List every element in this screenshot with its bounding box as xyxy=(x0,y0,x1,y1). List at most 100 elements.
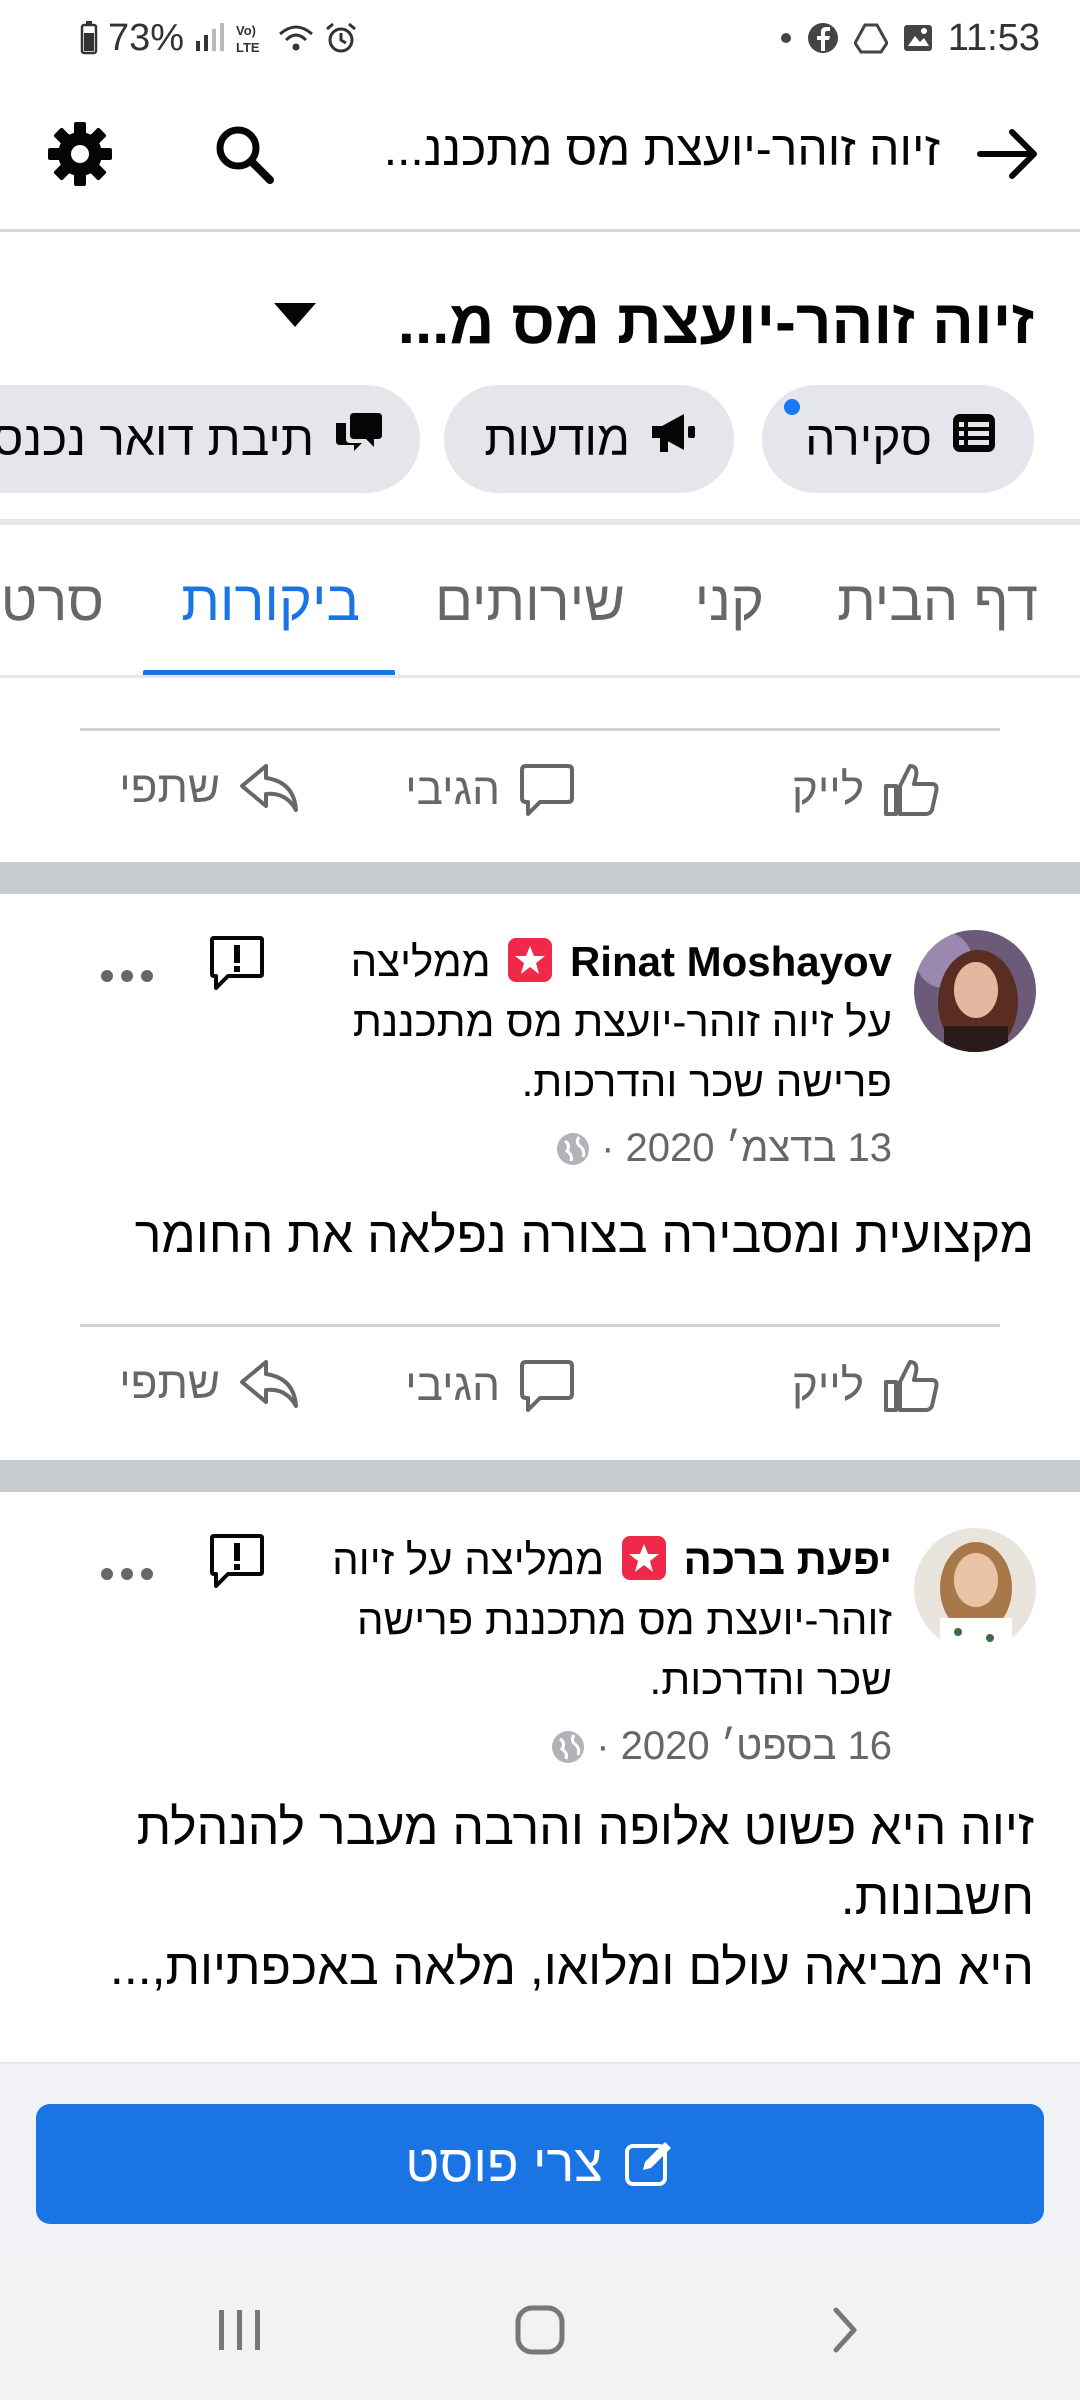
feed-divider xyxy=(0,1460,1080,1492)
facebook-icon xyxy=(806,21,840,55)
volte-icon: Vo) LTE xyxy=(234,21,268,55)
home-button[interactable] xyxy=(500,2298,580,2362)
report-icon[interactable] xyxy=(208,934,266,992)
battery-percent: 73% xyxy=(108,16,185,59)
chat-icon xyxy=(332,409,384,469)
page-tabs: דף הבית קני שירותים ביקורות סרט xyxy=(0,530,1080,678)
like-button[interactable]: לייק xyxy=(792,762,940,818)
clock: 11:53 xyxy=(947,16,1040,59)
review-post: יפעת ברכה ממליצה על זיוה זוהר-יועצת מס מ… xyxy=(0,1492,1080,2062)
gear-icon xyxy=(48,122,112,186)
like-label: לייק xyxy=(791,765,864,814)
tab-reviews[interactable]: ביקורות xyxy=(181,568,360,633)
avatar[interactable] xyxy=(914,1528,1036,1650)
list-icon xyxy=(950,409,998,469)
comment-icon xyxy=(520,1360,574,1412)
recommend-star-icon xyxy=(621,1536,666,1580)
more-options-icon[interactable] xyxy=(98,966,156,986)
post-actions: לייק הגיבי שתפי xyxy=(0,728,1080,848)
top-app-bar: זיוה זוהר-יועצת מס מתכננ... xyxy=(0,76,1080,232)
review-body: מקצועית ומסבירה בצורה נפלאה את החומר xyxy=(134,1207,1034,1263)
share-button[interactable]: שתפי xyxy=(119,762,300,814)
active-tab-indicator xyxy=(143,670,395,675)
divider xyxy=(80,1324,1000,1327)
settings-button[interactable] xyxy=(42,116,118,192)
review-meta: 16 בספט׳ 2020 · xyxy=(550,1724,892,1769)
divider xyxy=(80,728,1000,731)
chip-ads[interactable]: מודעות xyxy=(444,385,734,493)
back-button[interactable] xyxy=(970,116,1046,192)
home-icon xyxy=(515,2305,565,2355)
share-label: שתפי xyxy=(119,763,220,812)
globe-icon xyxy=(552,1730,585,1763)
edit-icon xyxy=(624,2142,671,2186)
megaphone-icon xyxy=(648,410,698,468)
review-post: Rinat Moshayov ממליצה על זיוה זוהר-יועצת… xyxy=(0,894,1080,1324)
like-icon xyxy=(884,1360,939,1412)
wifi-icon xyxy=(278,22,314,54)
review-body: זיוה היא פשוט אלופה והרבה מעבר להנהלת חש… xyxy=(34,1792,1034,2002)
battery-icon xyxy=(80,21,98,55)
svg-text:LTE: LTE xyxy=(236,40,260,55)
page-chips: סקירה מודעות תיבת דואר נכנס xyxy=(0,385,1080,497)
comment-label: הגיבי xyxy=(405,765,500,814)
review-header: יפעת ברכה ממליצה על זיוה זוהר-יועצת מס מ… xyxy=(332,1530,892,1710)
review-date[interactable]: 16 בספט׳ 2020 · xyxy=(596,1724,892,1769)
tab-videos[interactable]: סרט xyxy=(1,568,104,633)
more-options-icon[interactable] xyxy=(98,1564,156,1584)
chip-ads-label: מודעות xyxy=(484,412,630,466)
notification-dot xyxy=(780,395,804,419)
back-nav-button[interactable] xyxy=(804,2298,884,2362)
review-date[interactable]: 13 בדצמ׳ 2020 · xyxy=(601,1126,892,1171)
like-label: לייק xyxy=(791,1361,864,1410)
comment-label: הגיבי xyxy=(405,1361,500,1410)
review-author[interactable]: יפעת ברכה xyxy=(684,1536,892,1583)
system-navigation-bar xyxy=(0,2258,1080,2400)
search-button[interactable] xyxy=(206,116,282,192)
review-body-line: היא מביאה עולם ומלואו, מלאה באכפתיות,... xyxy=(109,1939,1034,1995)
tab-home[interactable]: דף הבית xyxy=(837,568,1038,633)
create-post-label: צרי פוסט xyxy=(405,2135,603,2193)
recent-apps-icon xyxy=(219,2310,260,2350)
review-author[interactable]: Rinat Moshayov xyxy=(570,938,892,985)
recommend-star-icon xyxy=(508,938,553,982)
create-post-button[interactable]: צרי פוסט xyxy=(36,2104,1044,2224)
drive-icon xyxy=(853,22,888,54)
recommends-text: ממליצה על xyxy=(405,1536,605,1583)
alarm-icon xyxy=(324,21,358,55)
back-chevron-icon xyxy=(833,2307,857,2353)
like-button[interactable]: לייק xyxy=(792,1358,940,1414)
recent-apps-button[interactable] xyxy=(200,2298,280,2362)
page-name[interactable]: זיוה זוהר-יועצת מס מ... xyxy=(398,287,1034,358)
avatar[interactable] xyxy=(914,930,1036,1052)
comment-icon xyxy=(520,764,574,816)
comment-button[interactable]: הגיבי xyxy=(405,1358,576,1414)
tab-shop[interactable]: קני xyxy=(695,568,764,633)
tab-services[interactable]: שירותים xyxy=(435,568,625,633)
svg-text:Vo): Vo) xyxy=(236,23,256,38)
feed-divider xyxy=(0,862,1080,894)
share-icon xyxy=(240,764,298,812)
report-icon[interactable] xyxy=(208,1532,266,1590)
status-bar: 73% Vo) LTE 11:53 xyxy=(0,0,1080,76)
share-button[interactable]: שתפי xyxy=(119,1358,300,1410)
chip-overview[interactable]: סקירה xyxy=(762,385,1034,493)
chip-overview-label: סקירה xyxy=(805,412,932,466)
status-right: 11:53 xyxy=(780,14,1040,62)
chip-inbox[interactable]: תיבת דואר נכנס xyxy=(0,385,420,493)
comment-button[interactable]: הגיבי xyxy=(405,762,576,818)
like-icon xyxy=(884,764,939,816)
gallery-icon xyxy=(902,22,934,54)
reviewed-page-name[interactable]: זיוה זוהר-יועצת מס מתכננת פרישה שכר והדר… xyxy=(353,998,892,1105)
share-icon xyxy=(240,1360,298,1408)
caret-down-icon[interactable] xyxy=(270,295,320,335)
post-actions: לייק הגיבי שתפי xyxy=(0,1324,1080,1444)
dot-icon xyxy=(780,32,792,44)
back-arrow-icon xyxy=(977,129,1037,179)
review-body-line: זיוה היא פשוט אלופה והרבה מעבר להנהלת חש… xyxy=(136,1799,1034,1925)
appbar-title[interactable]: זיוה זוהר-יועצת מס מתכננ... xyxy=(300,122,940,177)
chip-inbox-label: תיבת דואר נכנס xyxy=(0,412,314,466)
create-post-bar: צרי פוסט xyxy=(0,2062,1080,2258)
globe-icon xyxy=(557,1132,590,1165)
review-meta: 13 בדצמ׳ 2020 · xyxy=(555,1126,892,1171)
